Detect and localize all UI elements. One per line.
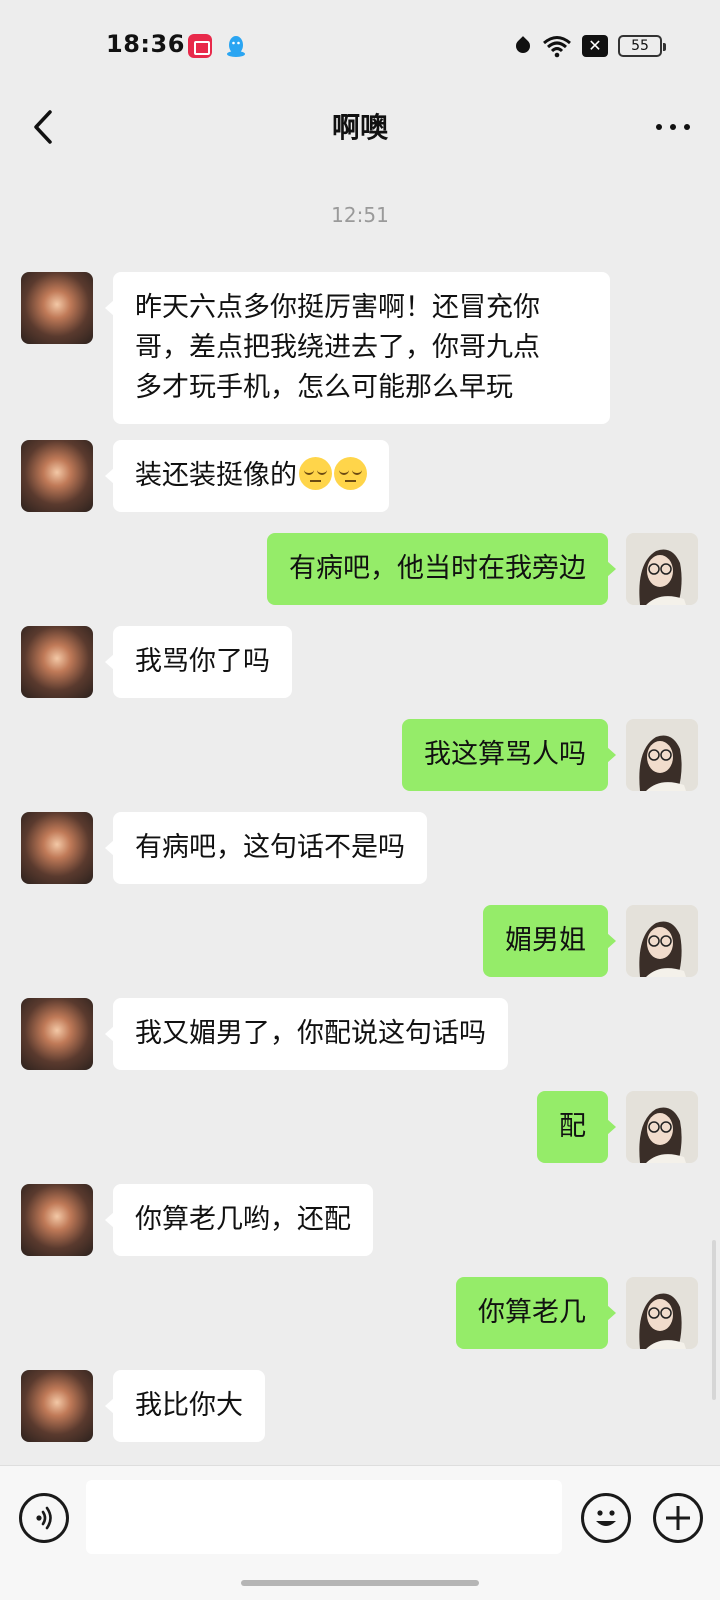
my-avatar[interactable] (626, 1091, 698, 1163)
message-bubble-sent[interactable]: 我这算骂人吗 (402, 719, 616, 791)
my-avatar[interactable] (626, 905, 698, 977)
message-bubble-sent[interactable]: 有病吧，他当时在我旁边 (267, 533, 616, 605)
contact-avatar[interactable] (21, 1370, 93, 1442)
my-avatar[interactable] (626, 1277, 698, 1349)
emoji-button[interactable] (581, 1493, 631, 1543)
message-bubble-received[interactable]: 我骂你了吗 (105, 626, 292, 698)
message-bubble-sent[interactable]: 你算老几 (456, 1277, 616, 1349)
message-bubble-received[interactable]: 装还装挺像的 (105, 440, 389, 512)
wifi-icon (543, 36, 571, 58)
eye-roll-emoji-icon (299, 457, 332, 490)
eye-roll-emoji-icon (334, 457, 367, 490)
my-avatar[interactable] (626, 533, 698, 605)
message-bubble-received[interactable]: 我比你大 (105, 1370, 265, 1442)
message-bubble-received[interactable]: 你算老几哟，还配 (105, 1184, 373, 1256)
scrollbar[interactable] (712, 1240, 716, 1400)
smiley-icon (596, 1510, 616, 1526)
home-indicator[interactable] (241, 1580, 479, 1586)
message-text: 装还装挺像的 (135, 460, 297, 491)
voice-button[interactable] (19, 1493, 69, 1543)
data-drop-icon (514, 35, 532, 57)
qq-icon (224, 34, 248, 58)
voice-wave-icon (36, 1506, 52, 1530)
chat-title: 啊噢 (331, 111, 388, 144)
battery-icon: 55 (618, 35, 666, 57)
status-time: 18:36 (106, 30, 185, 58)
screen-record-icon (188, 34, 212, 58)
contact-avatar[interactable] (21, 1184, 93, 1256)
message-input[interactable] (86, 1480, 562, 1554)
more-features-button[interactable] (653, 1493, 703, 1543)
chat-header: 啊噢 (0, 90, 720, 164)
x-box-icon: ✕ (582, 35, 608, 57)
message-bubble-received[interactable]: 我又媚男了，你配说这句话吗 (105, 998, 508, 1070)
more-dots-icon (656, 124, 690, 130)
message-bubble-sent[interactable]: 配 (537, 1091, 616, 1163)
contact-avatar[interactable] (21, 812, 93, 884)
message-bubble-received[interactable]: 有病吧，这句话不是吗 (105, 812, 427, 884)
contact-avatar[interactable] (21, 440, 93, 512)
message-bubble-received[interactable]: 昨天六点多你挺厉害啊！还冒充你 哥，差点把我绕进去了，你哥九点 多才玩手机，怎么… (105, 272, 610, 424)
contact-avatar[interactable] (21, 272, 93, 344)
message-timestamp: 12:51 (331, 203, 389, 227)
status-bar: 18:36 ✕ 55 (0, 0, 720, 90)
status-right-group: ✕ 55 (514, 32, 666, 60)
contact-avatar[interactable] (21, 626, 93, 698)
more-button[interactable] (648, 102, 698, 152)
contact-avatar[interactable] (21, 998, 93, 1070)
my-avatar[interactable] (626, 719, 698, 791)
message-bubble-sent[interactable]: 媚男姐 (483, 905, 616, 977)
